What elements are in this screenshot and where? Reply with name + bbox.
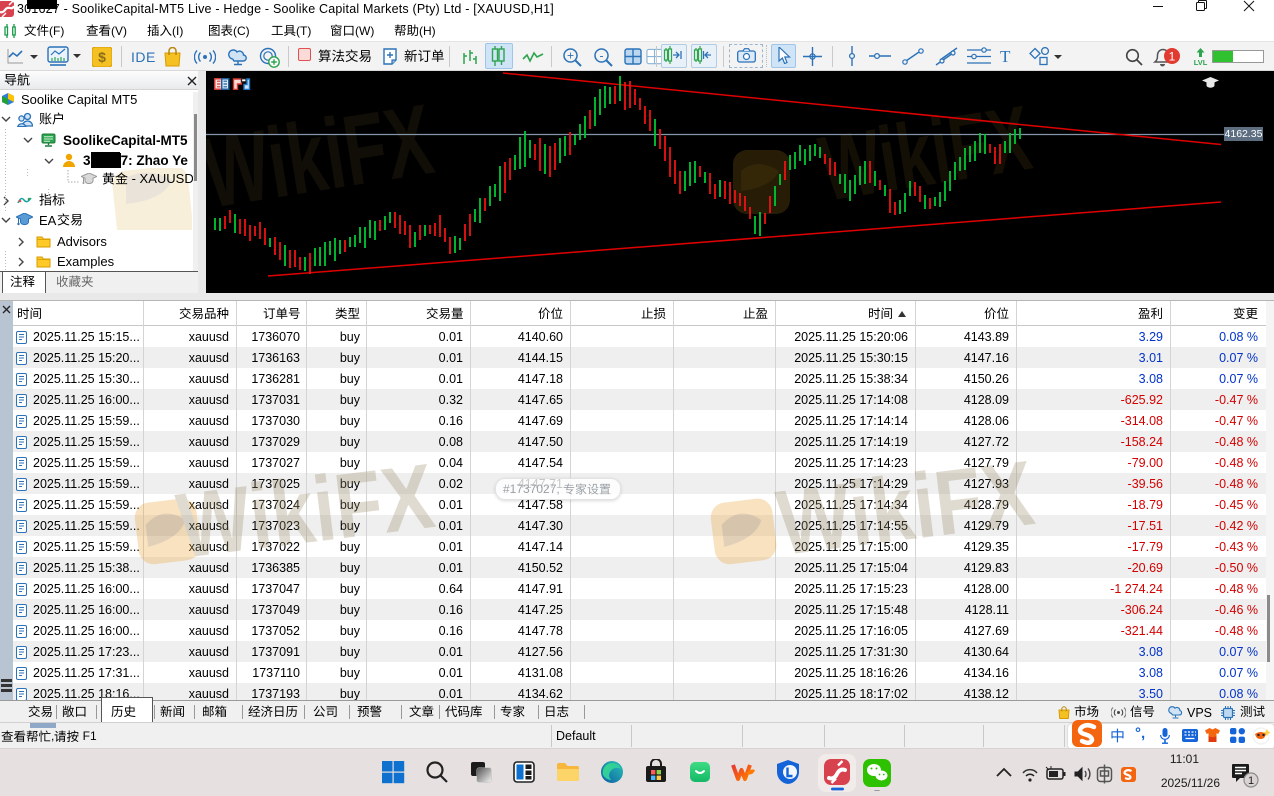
svg-text:-: - bbox=[600, 49, 604, 63]
svg-text:WikiFX: WikiFX bbox=[172, 445, 440, 578]
svg-text:LVL: LVL bbox=[1194, 58, 1208, 66]
svg-text:1: 1 bbox=[1169, 50, 1176, 64]
svg-text:$: $ bbox=[98, 49, 106, 65]
svg-text:1: 1 bbox=[1248, 775, 1254, 787]
svg-text:WikiFX: WikiFX bbox=[772, 442, 1040, 575]
svg-text:WikiFX: WikiFX bbox=[206, 84, 440, 230]
svg-text:+: + bbox=[567, 49, 574, 63]
